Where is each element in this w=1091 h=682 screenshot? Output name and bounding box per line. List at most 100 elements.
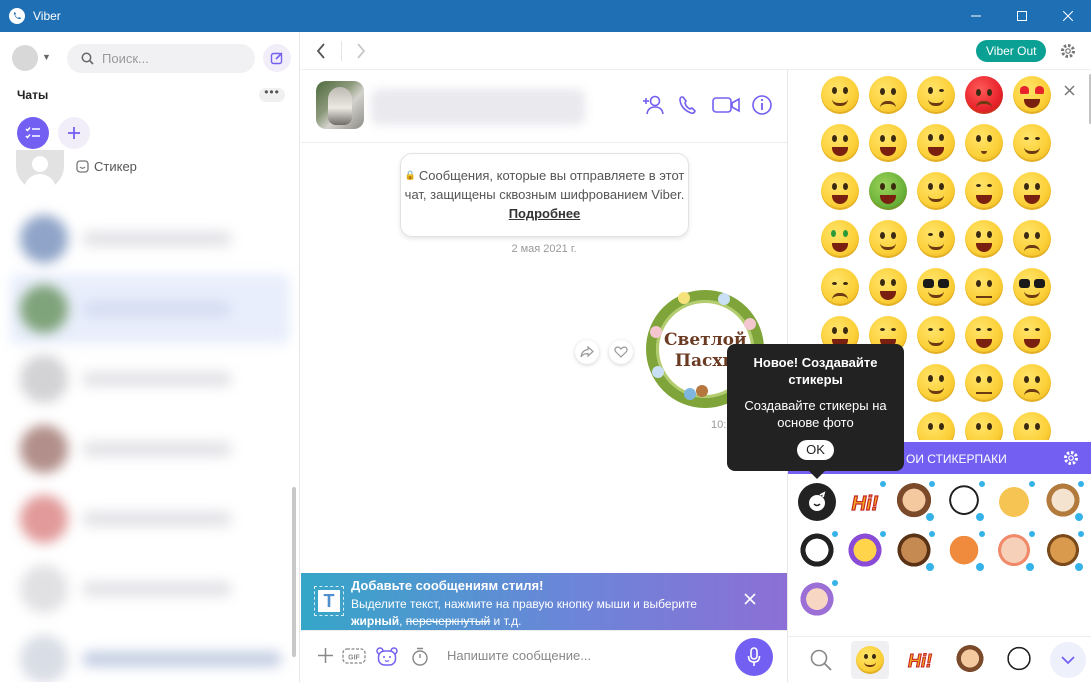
more-options-button[interactable]: ••• xyxy=(259,86,285,102)
eyes-sticker[interactable] xyxy=(965,412,1003,440)
phone-icon xyxy=(679,96,696,115)
like-message-button[interactable] xyxy=(609,340,633,364)
create-sticker-pack-button[interactable] xyxy=(798,483,836,521)
dalmatian-sticker-pack[interactable] xyxy=(945,481,986,523)
content-sticker[interactable] xyxy=(1013,124,1051,162)
big-grin-sticker[interactable] xyxy=(1013,316,1051,354)
viber-out-button[interactable]: Viber Out xyxy=(976,40,1047,62)
compose-button[interactable] xyxy=(263,44,291,72)
smile-sticker[interactable] xyxy=(821,76,859,114)
maximize-button[interactable] xyxy=(999,0,1045,32)
sticker-button[interactable] xyxy=(376,647,398,670)
date-separator: 2 мая 2021 г. xyxy=(511,243,577,255)
chat-list-item[interactable] xyxy=(10,274,290,344)
unamused-sticker[interactable] xyxy=(965,364,1003,402)
panda-sticker-pack[interactable] xyxy=(798,531,838,571)
voice-message-button[interactable] xyxy=(735,638,773,676)
hi-sticker-icon: Hi! xyxy=(851,492,879,515)
minimize-button[interactable] xyxy=(953,0,999,32)
drool-sticker[interactable] xyxy=(965,316,1003,354)
chat-list-item[interactable] xyxy=(10,554,290,624)
kiss-sticker[interactable] xyxy=(965,124,1003,162)
wink2-sticker[interactable] xyxy=(917,220,955,258)
bear-sticker-pack[interactable] xyxy=(895,531,936,573)
hands-sticker-pack[interactable] xyxy=(995,531,1036,573)
laugh-sticker[interactable] xyxy=(965,172,1003,210)
sticker-settings-button[interactable] xyxy=(1062,449,1080,470)
cool-sticker[interactable] xyxy=(1013,268,1051,306)
chat-list-item[interactable]: Стикер xyxy=(10,150,290,198)
chat-list-scrollbar[interactable] xyxy=(292,487,296,657)
blush-sticker[interactable] xyxy=(917,172,955,210)
explode-sticker[interactable] xyxy=(869,268,907,306)
smirk-sticker[interactable] xyxy=(869,220,907,258)
back-button[interactable] xyxy=(315,42,327,63)
shocked-sticker[interactable] xyxy=(917,124,955,162)
gasp-sticker[interactable] xyxy=(1013,412,1051,440)
contact-avatar[interactable] xyxy=(316,81,364,129)
learn-more-link[interactable]: Подробнее xyxy=(509,206,581,221)
chat-list-item[interactable] xyxy=(10,624,290,682)
neutral-sticker[interactable] xyxy=(965,268,1003,306)
chat-list-item[interactable] xyxy=(10,344,290,414)
profile-avatar[interactable] xyxy=(12,45,38,71)
chevron-down-icon[interactable]: ▼ xyxy=(42,52,51,62)
crying-sticker[interactable] xyxy=(821,172,859,210)
gif-button[interactable]: GIF xyxy=(342,647,366,668)
relaxed-sticker[interactable] xyxy=(917,364,955,402)
attach-button[interactable] xyxy=(317,647,334,667)
chat-info-button[interactable] xyxy=(751,94,773,119)
money-sticker[interactable] xyxy=(821,220,859,258)
corgi-sticker-pack[interactable] xyxy=(1044,531,1085,573)
pensive-sticker[interactable] xyxy=(821,268,859,306)
wink-sticker[interactable] xyxy=(917,76,955,114)
message-input[interactable] xyxy=(447,648,697,663)
grumpy-sticker[interactable] xyxy=(1013,364,1051,402)
puzzle-sticker-pack[interactable] xyxy=(995,481,1035,521)
tab-boy-stickers[interactable] xyxy=(951,641,989,679)
girl-sticker-pack[interactable] xyxy=(798,580,838,620)
search-box[interactable] xyxy=(67,44,255,73)
expand-tabs-button[interactable] xyxy=(1050,642,1086,678)
chat-list-item[interactable] xyxy=(10,484,290,554)
tooltip-ok-button[interactable]: OK xyxy=(797,440,834,460)
laughing-sticker-pack[interactable] xyxy=(846,531,886,571)
forward-button[interactable] xyxy=(355,42,367,63)
dog-sticker-pack[interactable] xyxy=(1044,481,1085,523)
forward-message-button[interactable] xyxy=(575,340,599,364)
love-sticker[interactable] xyxy=(917,316,955,354)
fox-sticker-pack[interactable] xyxy=(945,531,986,573)
voice-call-button[interactable] xyxy=(678,94,698,119)
search-input[interactable] xyxy=(102,51,242,66)
video-call-button[interactable] xyxy=(711,94,741,119)
tab-emoji-stickers[interactable] xyxy=(851,641,889,679)
close-banner-button[interactable] xyxy=(744,593,756,608)
tongue-sticker[interactable] xyxy=(821,124,859,162)
nervous-sticker[interactable] xyxy=(965,220,1003,258)
sick-sticker[interactable] xyxy=(869,172,907,210)
tab-hi-stickers[interactable]: Hi! xyxy=(901,641,939,679)
chat-list-item[interactable] xyxy=(10,204,290,274)
happy-sticker[interactable] xyxy=(917,412,955,440)
close-window-button[interactable] xyxy=(1045,0,1091,32)
nerd-sticker[interactable] xyxy=(917,268,955,306)
close-sticker-panel-button[interactable] xyxy=(1064,84,1075,99)
settings-button[interactable] xyxy=(1059,42,1077,63)
tab-dalmatian-stickers[interactable] xyxy=(1000,641,1038,679)
add-folder-button[interactable] xyxy=(58,117,90,149)
timer-button[interactable] xyxy=(411,647,429,670)
grin-sticker[interactable] xyxy=(869,124,907,162)
heart-eyes-sticker[interactable] xyxy=(1013,76,1051,114)
silly-sticker[interactable] xyxy=(1013,172,1051,210)
sad-sticker[interactable] xyxy=(869,76,907,114)
add-participant-button[interactable] xyxy=(642,94,666,119)
sticker-search-button[interactable] xyxy=(802,641,840,679)
angry-sticker[interactable] xyxy=(965,76,1003,114)
chat-filter-button[interactable] xyxy=(17,117,49,149)
chat-list-item[interactable] xyxy=(10,414,290,484)
my-packs-label: ОИ СТИКЕРПАКИ xyxy=(906,452,1007,466)
create-sticker-icon xyxy=(809,491,826,511)
boy-sticker-pack[interactable] xyxy=(895,481,936,523)
worried-sticker[interactable] xyxy=(1013,220,1051,258)
hi-sticker-pack[interactable]: Hi! xyxy=(846,481,886,521)
